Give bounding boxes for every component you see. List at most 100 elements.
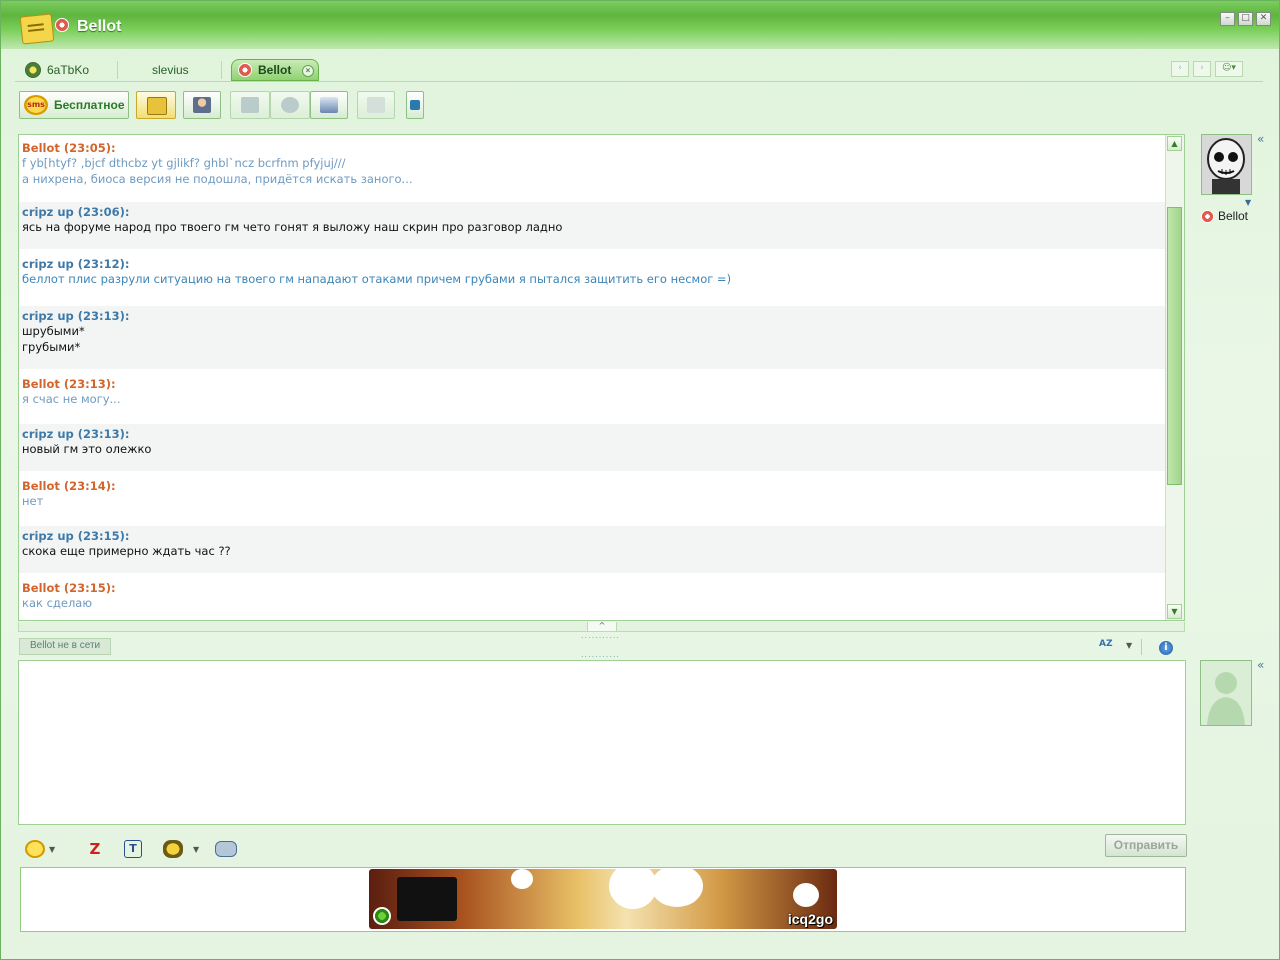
contact-avatar[interactable] (1201, 134, 1252, 195)
tab-divider (221, 61, 222, 79)
message-item: Bellot (23:13): я счас не могу... (19, 374, 1167, 410)
call-button[interactable] (230, 91, 270, 119)
my-avatar[interactable] (1200, 660, 1252, 726)
fax-button[interactable] (310, 91, 348, 119)
contact-info-icon (193, 97, 211, 113)
minimize-icon[interactable]: – (1220, 12, 1235, 26)
buzz-button[interactable]: Z (85, 839, 105, 859)
chevron-down-icon[interactable]: ▼ (1126, 641, 1132, 650)
sms-label: Бесплатное (54, 98, 125, 112)
ad-logo: icq2go (787, 911, 833, 927)
tab-next-icon[interactable]: › (1193, 61, 1211, 77)
icq-flower-icon (373, 907, 391, 925)
message-author: cripz up (23:13): (22, 309, 130, 323)
message-author: Bellot (23:13): (22, 377, 116, 391)
tab-label: 6aTbKo (47, 63, 90, 77)
resize-grip-icon[interactable]: ........... (581, 631, 620, 640)
message-item: cripz up (23:15): скока еще примерно жда… (19, 526, 1167, 573)
scroll-up-icon[interactable]: ▲ (1167, 136, 1182, 151)
notes-icon[interactable] (19, 13, 55, 45)
tab-label: Bellot (258, 63, 292, 77)
message-text: новый гм это олежко (22, 442, 152, 456)
send-button[interactable]: Отправить (1105, 834, 1187, 857)
chevron-down-icon[interactable]: ▼ (1245, 198, 1251, 207)
smiley-icon (25, 840, 45, 858)
voice-button[interactable] (270, 91, 310, 119)
smiley-button[interactable]: ▼ (25, 839, 55, 859)
ad-banner[interactable]: icq2go (369, 869, 837, 929)
message-text: шрубыми* (22, 324, 85, 338)
tab-label: slevius (152, 63, 189, 77)
tab-prev-icon[interactable]: ‹ (1171, 61, 1189, 77)
external-icon (410, 100, 420, 110)
maximize-icon[interactable]: □ (1238, 12, 1253, 26)
bee-button[interactable]: ▼ (163, 839, 199, 859)
bubble-shape (511, 869, 533, 889)
message-author: Bellot (23:14): (22, 479, 116, 493)
skull-avatar-icon (1202, 135, 1251, 194)
scroll-down-icon[interactable]: ▼ (1167, 604, 1182, 619)
avatar-placeholder-icon (1207, 672, 1245, 725)
message-author: cripz up (23:13): (22, 427, 130, 441)
fax-icon (320, 97, 338, 113)
message-text: ясь на форуме народ про твоего гм чето г… (22, 220, 563, 234)
window-title: Bellot (77, 18, 122, 35)
message-text: нет (22, 494, 44, 508)
contact-info-button[interactable] (183, 91, 221, 119)
contact-list-icon[interactable]: ☺▾ (1215, 61, 1243, 77)
history-scrollbar[interactable]: ▲ ▼ (1165, 135, 1184, 620)
contact-name[interactable]: Bellot (1201, 209, 1248, 223)
scroll-thumb[interactable] (1167, 207, 1182, 485)
close-tab-icon[interactable]: × (302, 65, 314, 77)
spellcheck-icon[interactable]: AZ (1099, 639, 1115, 655)
tab-slevius[interactable]: slevius (152, 59, 189, 81)
message-author: Bellot (23:05): (22, 141, 116, 155)
flower-status-icon (238, 63, 252, 77)
message-item: Bellot (23:05): f yb[htyf? ,bjcf dthcbz … (19, 138, 1167, 190)
message-text: я счас не могу... (22, 392, 121, 406)
message-history[interactable]: Bellot (23:05): f yb[htyf? ,bjcf dthcbz … (18, 134, 1185, 621)
collapse-sidebar-icon[interactable]: « (1257, 658, 1264, 672)
offline-status-badge: Bellot не в сети (19, 638, 112, 655)
free-sms-button[interactable]: sms Бесплатное (19, 91, 129, 119)
resize-grip-icon[interactable]: ........... (581, 650, 620, 659)
text-format-icon: T (124, 840, 142, 858)
message-icon (147, 97, 167, 115)
chevron-down-icon: ▼ (193, 844, 200, 854)
tab-6atbko[interactable]: 6aTbKo (25, 59, 89, 81)
flower-status-icon (1201, 209, 1214, 223)
collapse-sidebar-icon[interactable]: « (1257, 132, 1264, 146)
gamepad-icon (215, 841, 237, 857)
bubble-shape (609, 869, 657, 909)
message-text: как сделаю (22, 596, 93, 610)
info-icon[interactable]: i (1159, 641, 1173, 655)
message-input[interactable] (18, 660, 1186, 825)
voice-icon (281, 97, 299, 113)
message-item: cripz up (23:13): шрубыми* грубыми* (19, 306, 1167, 369)
message-author: cripz up (23:15): (22, 529, 130, 543)
bee-icon (163, 840, 183, 858)
message-item: Bellot (23:14): нет (19, 476, 1167, 512)
chat-window: Bellot – □ ✕ 6aTbKo slevius Bellot × ‹ ›… (0, 0, 1280, 960)
external-button[interactable] (406, 91, 424, 119)
file-button[interactable] (357, 91, 395, 119)
close-icon[interactable]: ✕ (1256, 12, 1271, 26)
title-bar[interactable]: Bellot – □ ✕ (1, 1, 1279, 49)
message-text: f yb[htyf? ,bjcf dthcbz yt gjlikf? ghbl`… (22, 156, 346, 170)
divider (1141, 639, 1142, 655)
message-item: cripz up (23:12): беллот плис разрули си… (19, 254, 1167, 290)
window-controls: – □ ✕ (1220, 12, 1271, 26)
message-item: cripz up (23:13): новый гм это олежко (19, 424, 1167, 471)
games-button[interactable] (215, 839, 237, 859)
message-item: cripz up (23:06): ясь на форуме народ пр… (19, 202, 1167, 249)
message-button[interactable] (136, 91, 176, 119)
message-text: грубыми* (22, 340, 81, 354)
tv-image (397, 877, 457, 921)
text-format-button[interactable]: T (124, 839, 142, 859)
chevron-down-icon: ▼ (49, 844, 56, 854)
flower-status-icon (55, 18, 69, 32)
tab-bellot[interactable]: Bellot × (231, 59, 319, 81)
message-author: cripz up (23:12): (22, 257, 130, 271)
tab-bar: 6aTbKo slevius Bellot × ‹ › ☺▾ (15, 57, 1263, 82)
bubble-shape (651, 869, 703, 907)
